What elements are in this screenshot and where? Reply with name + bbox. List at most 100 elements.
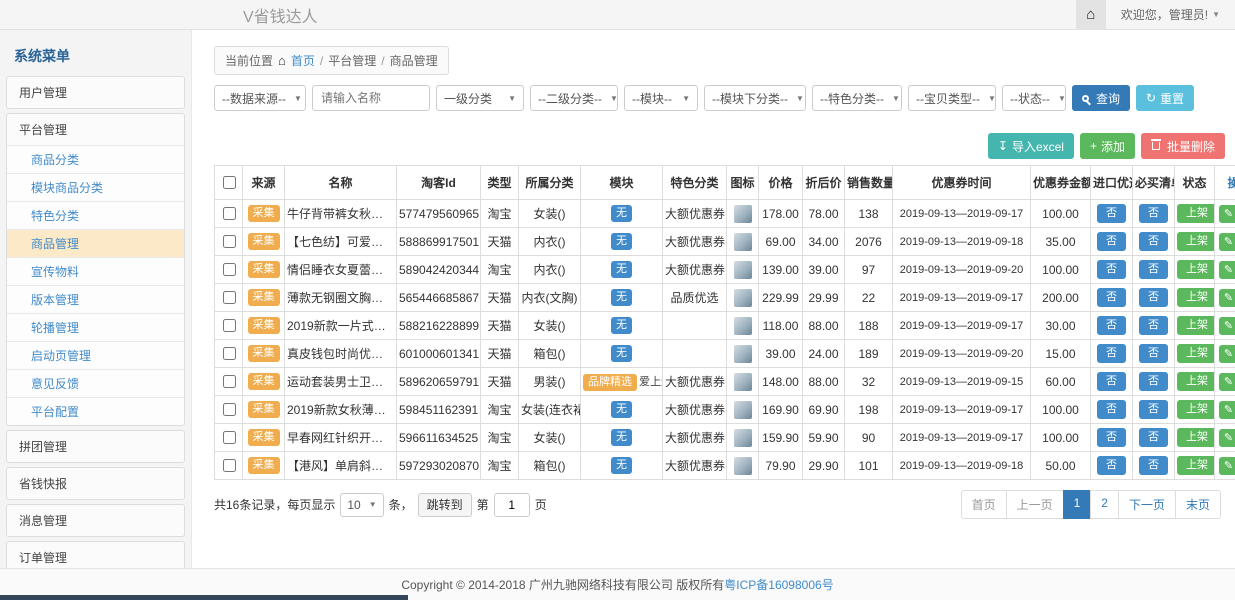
row-checkbox[interactable]: [223, 403, 236, 416]
add-button[interactable]: + 添加: [1080, 133, 1135, 159]
horizontal-scrollbar-thumb[interactable]: [0, 595, 408, 600]
status-toggle[interactable]: 上架: [1177, 344, 1215, 363]
filter-select[interactable]: --特色分类--▼: [812, 85, 902, 111]
must-buy-toggle[interactable]: 否: [1139, 316, 1168, 335]
page-number-input[interactable]: [494, 493, 530, 517]
select-value: --模块--: [632, 90, 672, 107]
status-toggle[interactable]: 上架: [1177, 232, 1215, 251]
row-checkbox[interactable]: [223, 263, 236, 276]
row-checkbox[interactable]: [223, 235, 236, 248]
must-buy-toggle[interactable]: 否: [1139, 400, 1168, 419]
must-buy-toggle[interactable]: 否: [1139, 260, 1168, 279]
import-optional-toggle[interactable]: 否: [1097, 372, 1126, 391]
per-page-select[interactable]: 10 ▼: [340, 493, 383, 517]
edit-button[interactable]: ✎: [1219, 317, 1235, 335]
edit-button[interactable]: ✎: [1219, 429, 1235, 447]
row-checkbox[interactable]: [223, 347, 236, 360]
row-checkbox[interactable]: [223, 319, 236, 332]
edit-button[interactable]: ✎: [1219, 205, 1235, 223]
import-optional-toggle[interactable]: 否: [1097, 456, 1126, 475]
import-optional-toggle[interactable]: 否: [1097, 288, 1126, 307]
submenu-item[interactable]: 商品管理: [7, 229, 184, 257]
filter-select[interactable]: --模块下分类--▼: [704, 85, 806, 111]
must-buy-toggle[interactable]: 否: [1139, 428, 1168, 447]
edit-button[interactable]: ✎: [1219, 289, 1235, 307]
page-button[interactable]: 末页: [1175, 490, 1221, 519]
status-toggle[interactable]: 上架: [1177, 288, 1215, 307]
submenu-item[interactable]: 轮播管理: [7, 313, 184, 341]
import-optional-cell: 否: [1091, 228, 1133, 256]
menu-item[interactable]: 省钱快报: [7, 468, 184, 499]
submenu-item[interactable]: 启动页管理: [7, 341, 184, 369]
import-optional-toggle[interactable]: 否: [1097, 316, 1126, 335]
jump-button[interactable]: 跳转到: [418, 493, 472, 517]
must-buy-toggle[interactable]: 否: [1139, 288, 1168, 307]
row-checkbox[interactable]: [223, 375, 236, 388]
import-optional-toggle[interactable]: 否: [1097, 400, 1126, 419]
status-toggle[interactable]: 上架: [1177, 456, 1215, 475]
menu-item[interactable]: 消息管理: [7, 505, 184, 536]
status-toggle[interactable]: 上架: [1177, 260, 1215, 279]
submenu-item[interactable]: 意见反馈: [7, 369, 184, 397]
reset-button[interactable]: ↻ 重置: [1136, 85, 1194, 111]
page-button[interactable]: 2: [1090, 490, 1119, 519]
icp-link[interactable]: 粤ICP备16098006号: [724, 576, 833, 593]
must-buy-toggle[interactable]: 否: [1139, 456, 1168, 475]
must-buy-toggle[interactable]: 否: [1139, 232, 1168, 251]
home-button[interactable]: ⌂: [1076, 0, 1106, 30]
select-all-checkbox[interactable]: [223, 176, 236, 189]
filter-select[interactable]: --二级分类--▼: [530, 85, 618, 111]
import-optional-toggle[interactable]: 否: [1097, 232, 1126, 251]
submenu-item[interactable]: 特色分类: [7, 201, 184, 229]
menu-item[interactable]: 用户管理: [7, 77, 184, 108]
import-optional-cell: 否: [1091, 200, 1133, 228]
search-button-label: 查询: [1096, 90, 1120, 107]
submenu-item[interactable]: 宣传物料: [7, 257, 184, 285]
filter-select[interactable]: 一级分类▼: [436, 85, 524, 111]
filter-select[interactable]: --宝贝类型--▼: [908, 85, 996, 111]
must-buy-toggle[interactable]: 否: [1139, 372, 1168, 391]
edit-button[interactable]: ✎: [1219, 233, 1235, 251]
filter-select[interactable]: --模块--▼: [624, 85, 698, 111]
status-toggle[interactable]: 上架: [1177, 400, 1215, 419]
submenu-item[interactable]: 商品分类: [7, 145, 184, 173]
must-buy-toggle[interactable]: 否: [1139, 204, 1168, 223]
edit-button[interactable]: ✎: [1219, 457, 1235, 475]
breadcrumb-home-link[interactable]: 首页: [291, 52, 315, 69]
import-optional-toggle[interactable]: 否: [1097, 204, 1126, 223]
import-optional-toggle[interactable]: 否: [1097, 260, 1126, 279]
must-buy-toggle[interactable]: 否: [1139, 344, 1168, 363]
import-optional-toggle[interactable]: 否: [1097, 428, 1126, 447]
submenu-item[interactable]: 平台配置: [7, 397, 184, 425]
status-toggle[interactable]: 上架: [1177, 428, 1215, 447]
edit-button[interactable]: ✎: [1219, 261, 1235, 279]
row-checkbox[interactable]: [223, 207, 236, 220]
menu-item[interactable]: 平台管理: [7, 114, 184, 145]
name-search-input[interactable]: [312, 85, 430, 111]
edit-button[interactable]: ✎: [1219, 373, 1235, 391]
status-toggle[interactable]: 上架: [1177, 316, 1215, 335]
data-source-select[interactable]: --数据来源-- ▼: [214, 85, 306, 111]
edit-button[interactable]: ✎: [1219, 345, 1235, 363]
edit-button[interactable]: ✎: [1219, 401, 1235, 419]
edit-icon: ✎: [1224, 347, 1233, 360]
row-checkbox[interactable]: [223, 291, 236, 304]
submenu-item[interactable]: 模块商品分类: [7, 173, 184, 201]
search-button[interactable]: 查询: [1072, 85, 1130, 111]
import-excel-button[interactable]: ↧ 导入excel: [988, 133, 1074, 159]
batch-delete-button[interactable]: 批量删除: [1141, 133, 1225, 159]
page-button[interactable]: 1: [1063, 490, 1092, 519]
filter-select[interactable]: --状态--▼: [1002, 85, 1066, 111]
row-checkbox[interactable]: [223, 459, 236, 472]
import-optional-toggle[interactable]: 否: [1097, 344, 1126, 363]
menu-item[interactable]: 拼团管理: [7, 431, 184, 462]
page-button[interactable]: 首页: [961, 490, 1007, 519]
submenu-item[interactable]: 版本管理: [7, 285, 184, 313]
page-button[interactable]: 上一页: [1006, 490, 1064, 519]
status-toggle[interactable]: 上架: [1177, 204, 1215, 223]
page-button[interactable]: 下一页: [1118, 490, 1176, 519]
icon-cell: [727, 284, 759, 312]
status-toggle[interactable]: 上架: [1177, 372, 1215, 391]
row-checkbox[interactable]: [223, 431, 236, 444]
user-menu[interactable]: 欢迎您，管理员! ▼: [1106, 6, 1235, 23]
